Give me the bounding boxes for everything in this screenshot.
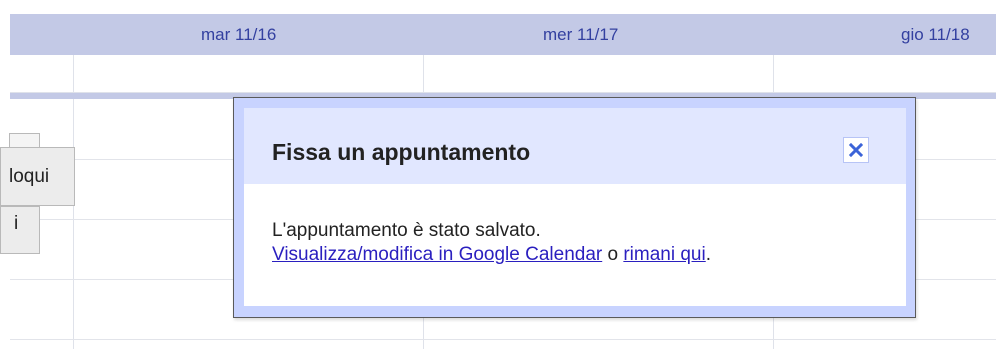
- close-button[interactable]: [843, 137, 869, 163]
- side-button-i[interactable]: i: [0, 206, 40, 254]
- side-button-loqui[interactable]: loqui: [0, 147, 75, 206]
- day-header-row: mar 11/16 mer 11/17 gio 11/18: [10, 14, 996, 55]
- period-text: .: [705, 244, 712, 265]
- conjunction-text: o: [607, 244, 619, 265]
- stay-here-link[interactable]: rimani qui: [623, 244, 705, 265]
- column-divider: [773, 55, 774, 92]
- column-divider: [73, 99, 74, 349]
- dialog-title: Fissa un appuntamento: [272, 139, 531, 165]
- day-header-thu[interactable]: gio 11/18: [901, 25, 970, 45]
- day-header-wed[interactable]: mer 11/17: [543, 25, 618, 45]
- view-edit-calendar-link[interactable]: Visualizza/modifica in Google Calendar: [272, 244, 602, 265]
- dialog-message: L'appuntamento è stato salvato.: [272, 220, 541, 241]
- appointment-dialog: Fissa un appuntamento L'appuntamento è s…: [244, 108, 906, 306]
- dialog-body: L'appuntamento è stato salvato. Visualiz…: [272, 219, 711, 267]
- day-header-tue[interactable]: mar 11/16: [201, 25, 276, 45]
- close-icon: [849, 143, 863, 157]
- top-strip: [0, 0, 996, 14]
- side-button-stub[interactable]: [9, 133, 40, 147]
- column-divider: [73, 55, 74, 92]
- column-divider: [423, 55, 424, 92]
- all-day-row[interactable]: [10, 55, 996, 93]
- dialog-actions-line: Visualizza/modifica in Google Calendar o…: [272, 243, 711, 267]
- hour-line: [10, 339, 996, 340]
- dialog-header: Fissa un appuntamento: [244, 108, 906, 184]
